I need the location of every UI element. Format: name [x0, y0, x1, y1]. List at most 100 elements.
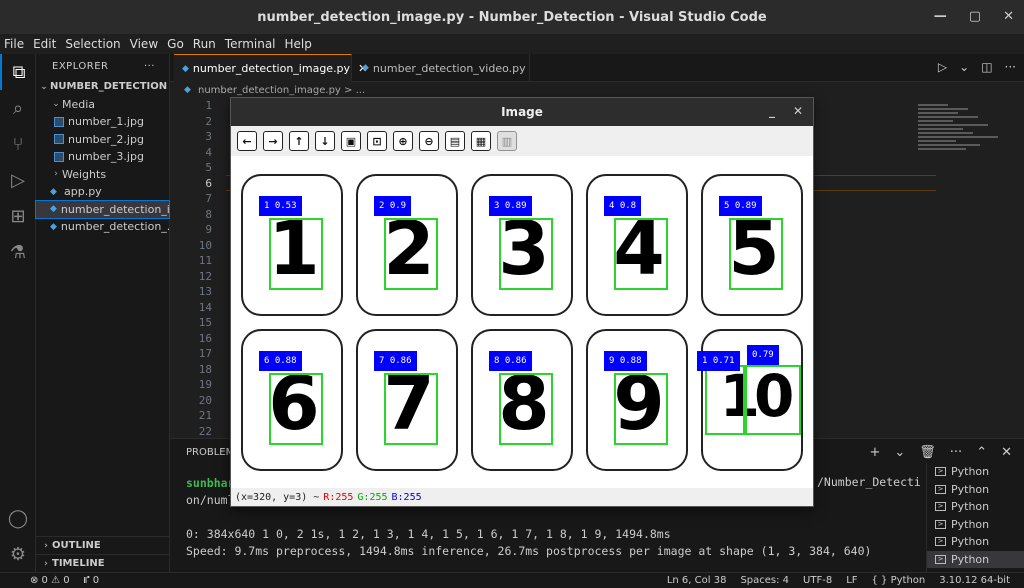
timeline-section[interactable]: › TIMELINE [36, 554, 170, 572]
python-file-icon: ◆ [184, 85, 191, 95]
tree-item-label: Media [62, 97, 96, 111]
language-mode[interactable]: { } Python [872, 575, 926, 586]
line-number: 21 [198, 409, 212, 422]
detection-label: 0.79 [747, 345, 779, 365]
tree-item-app-py[interactable]: ◆ app.py [36, 183, 169, 201]
image-status-bar: (x=320, y=3) ~ R:255 G:255 B:255 [231, 488, 813, 506]
run-debug-icon[interactable]: ▷ [0, 162, 36, 198]
chevron-down-icon[interactable]: ⌄ [959, 60, 969, 74]
tree-item-weights[interactable]: › Weights [36, 166, 169, 184]
terminal-instance[interactable]: > Python [927, 533, 1024, 551]
outline-section[interactable]: › OUTLINE [36, 536, 170, 554]
pixel-coords: (x=320, y=3) ~ [235, 491, 320, 503]
tree-item-number-1[interactable]: number_1.jpg [36, 113, 169, 131]
image-canvas[interactable]: 11 0.53 2 2 0.9 3 3 0.89 4 4 0.8 5 5 0.89 6 6 0.88… [231, 156, 813, 488]
detection-label: 9 0.88 [604, 351, 647, 371]
encoding-status[interactable]: UTF-8 [803, 575, 832, 586]
more-actions-icon[interactable]: ··· [144, 61, 155, 72]
run-file-icon[interactable]: ▷ [938, 60, 947, 74]
pan-left-icon[interactable]: ← [237, 131, 257, 151]
line-number: 22 [198, 424, 212, 438]
close-icon[interactable]: ✕ [1003, 9, 1014, 24]
properties-icon[interactable]: ▦ [471, 131, 491, 151]
zoom-out-icon[interactable]: ⊖ [419, 131, 439, 151]
zoom-fit-icon[interactable]: ▣ [341, 131, 361, 151]
line-number-gutter: 1 2 3 4 5 6 7 8 9 10 11 12 13 14 15 16 1… [170, 98, 212, 438]
terminal-instance[interactable]: > Python [927, 550, 1024, 568]
source-control-icon[interactable]: ⑂ [0, 126, 36, 162]
detection-box [705, 365, 745, 435]
line-number: 2 [205, 114, 212, 128]
pan-down-icon[interactable]: ↓ [315, 131, 335, 151]
explorer-icon[interactable]: ⧉ [0, 54, 36, 90]
pan-up-icon[interactable]: ↑ [289, 131, 309, 151]
indentation-status[interactable]: Spaces: 4 [740, 575, 789, 586]
tree-item-media[interactable]: ⌄ Media [36, 96, 169, 114]
tab-number-detection-video[interactable]: ◆ number_detection_video.py [354, 54, 530, 82]
explorer-sidebar: EXPLORER ··· ⌄ NUMBER_DETECTION ⌄ Media … [35, 54, 170, 572]
problems-status[interactable]: ⊗ 0 ⚠ 0 [30, 575, 70, 586]
menu-help[interactable]: Help [285, 37, 312, 51]
ports-status[interactable]: ⑈ 0 [84, 575, 100, 586]
line-number: 14 [198, 300, 212, 314]
close-panel-icon[interactable]: ✕ [1001, 445, 1012, 460]
terminal-label: Python [951, 465, 990, 479]
split-editor-icon[interactable]: ◫ [981, 60, 992, 74]
menu-go[interactable]: Go [167, 37, 184, 51]
tree-item-number-detection-video[interactable]: ◆ number_detection_... [36, 218, 169, 236]
line-number: 12 [198, 269, 212, 283]
terminal-instance[interactable]: > Python [927, 463, 1024, 481]
terminal-icon: > [935, 484, 946, 494]
tree-item-number-2[interactable]: number_2.jpg [36, 131, 169, 149]
explorer-title: EXPLORER [52, 60, 109, 72]
menu-run[interactable]: Run [193, 37, 216, 51]
more-actions-icon[interactable]: ··· [950, 445, 962, 460]
minimize-icon[interactable]: _ [769, 104, 775, 118]
chevron-right-icon: › [54, 169, 58, 180]
testing-icon[interactable]: ⚗ [0, 234, 36, 270]
minimize-icon[interactable]: — [934, 9, 947, 24]
minimap[interactable] [918, 102, 1002, 172]
account-icon[interactable]: ◯ [0, 500, 36, 536]
menu-file[interactable]: File [4, 37, 24, 51]
more-actions-icon[interactable]: ··· [1005, 60, 1016, 74]
menu-terminal[interactable]: Terminal [225, 37, 276, 51]
detection-label: 5 0.89 [719, 196, 762, 216]
image-window-titlebar[interactable]: Image _ ✕ [231, 98, 813, 126]
new-terminal-icon[interactable]: + [869, 445, 880, 460]
tree-item-number-detection-image[interactable]: ◆ number_detection_i... [35, 199, 170, 219]
detection-label: 1 0.53 [259, 196, 302, 216]
terminal-instance[interactable]: > Python [927, 481, 1024, 499]
cursor-position[interactable]: Ln 6, Col 38 [667, 575, 727, 586]
terminal-instance[interactable]: > Python [927, 498, 1024, 516]
terminal-list: > Python > Python > Python > Python > Python … [926, 463, 1024, 573]
maximize-panel-icon[interactable]: ⌃ [976, 445, 987, 460]
terminal-instance[interactable]: > Python [927, 516, 1024, 534]
detection-label: 1 0.71 [697, 351, 740, 371]
explorer-root-folder[interactable]: ⌄ NUMBER_DETECTION [36, 78, 169, 96]
tab-number-detection-image[interactable]: ◆ number_detection_image.py ✕ [174, 54, 367, 82]
extensions-icon[interactable]: ⊞ [0, 198, 36, 234]
breadcrumb[interactable]: ◆ number_detection_image.py > ... [170, 82, 1024, 98]
settings-gear-icon[interactable]: ⚙ [0, 536, 36, 572]
search-icon[interactable]: ⌕ [0, 90, 36, 126]
menu-selection[interactable]: Selection [65, 37, 120, 51]
eol-status[interactable]: LF [846, 575, 857, 586]
line-number: 7 [205, 192, 212, 205]
menu-view[interactable]: View [130, 37, 158, 51]
python-interpreter[interactable]: 3.10.12 64-bit [939, 575, 1010, 586]
trash-icon[interactable]: 🗑 [919, 445, 936, 460]
zoom-in-icon[interactable]: ⊕ [393, 131, 413, 151]
tree-item-number-3[interactable]: number_3.jpg [36, 148, 169, 166]
save-icon[interactable]: ▤ [445, 131, 465, 151]
menu-edit[interactable]: Edit [33, 37, 56, 51]
maximize-icon[interactable]: ▢ [969, 9, 981, 24]
zoom-original-icon[interactable]: ⊡ [367, 131, 387, 151]
python-file-icon: ◆ [50, 186, 57, 197]
chevron-down-icon[interactable]: ⌄ [894, 445, 905, 460]
terminal-icon: > [935, 467, 946, 477]
tree-item-label: number_3.jpg [68, 150, 144, 164]
close-icon[interactable]: ✕ [793, 104, 803, 118]
image-window-title: Image [501, 105, 543, 119]
pan-right-icon[interactable]: → [263, 131, 283, 151]
